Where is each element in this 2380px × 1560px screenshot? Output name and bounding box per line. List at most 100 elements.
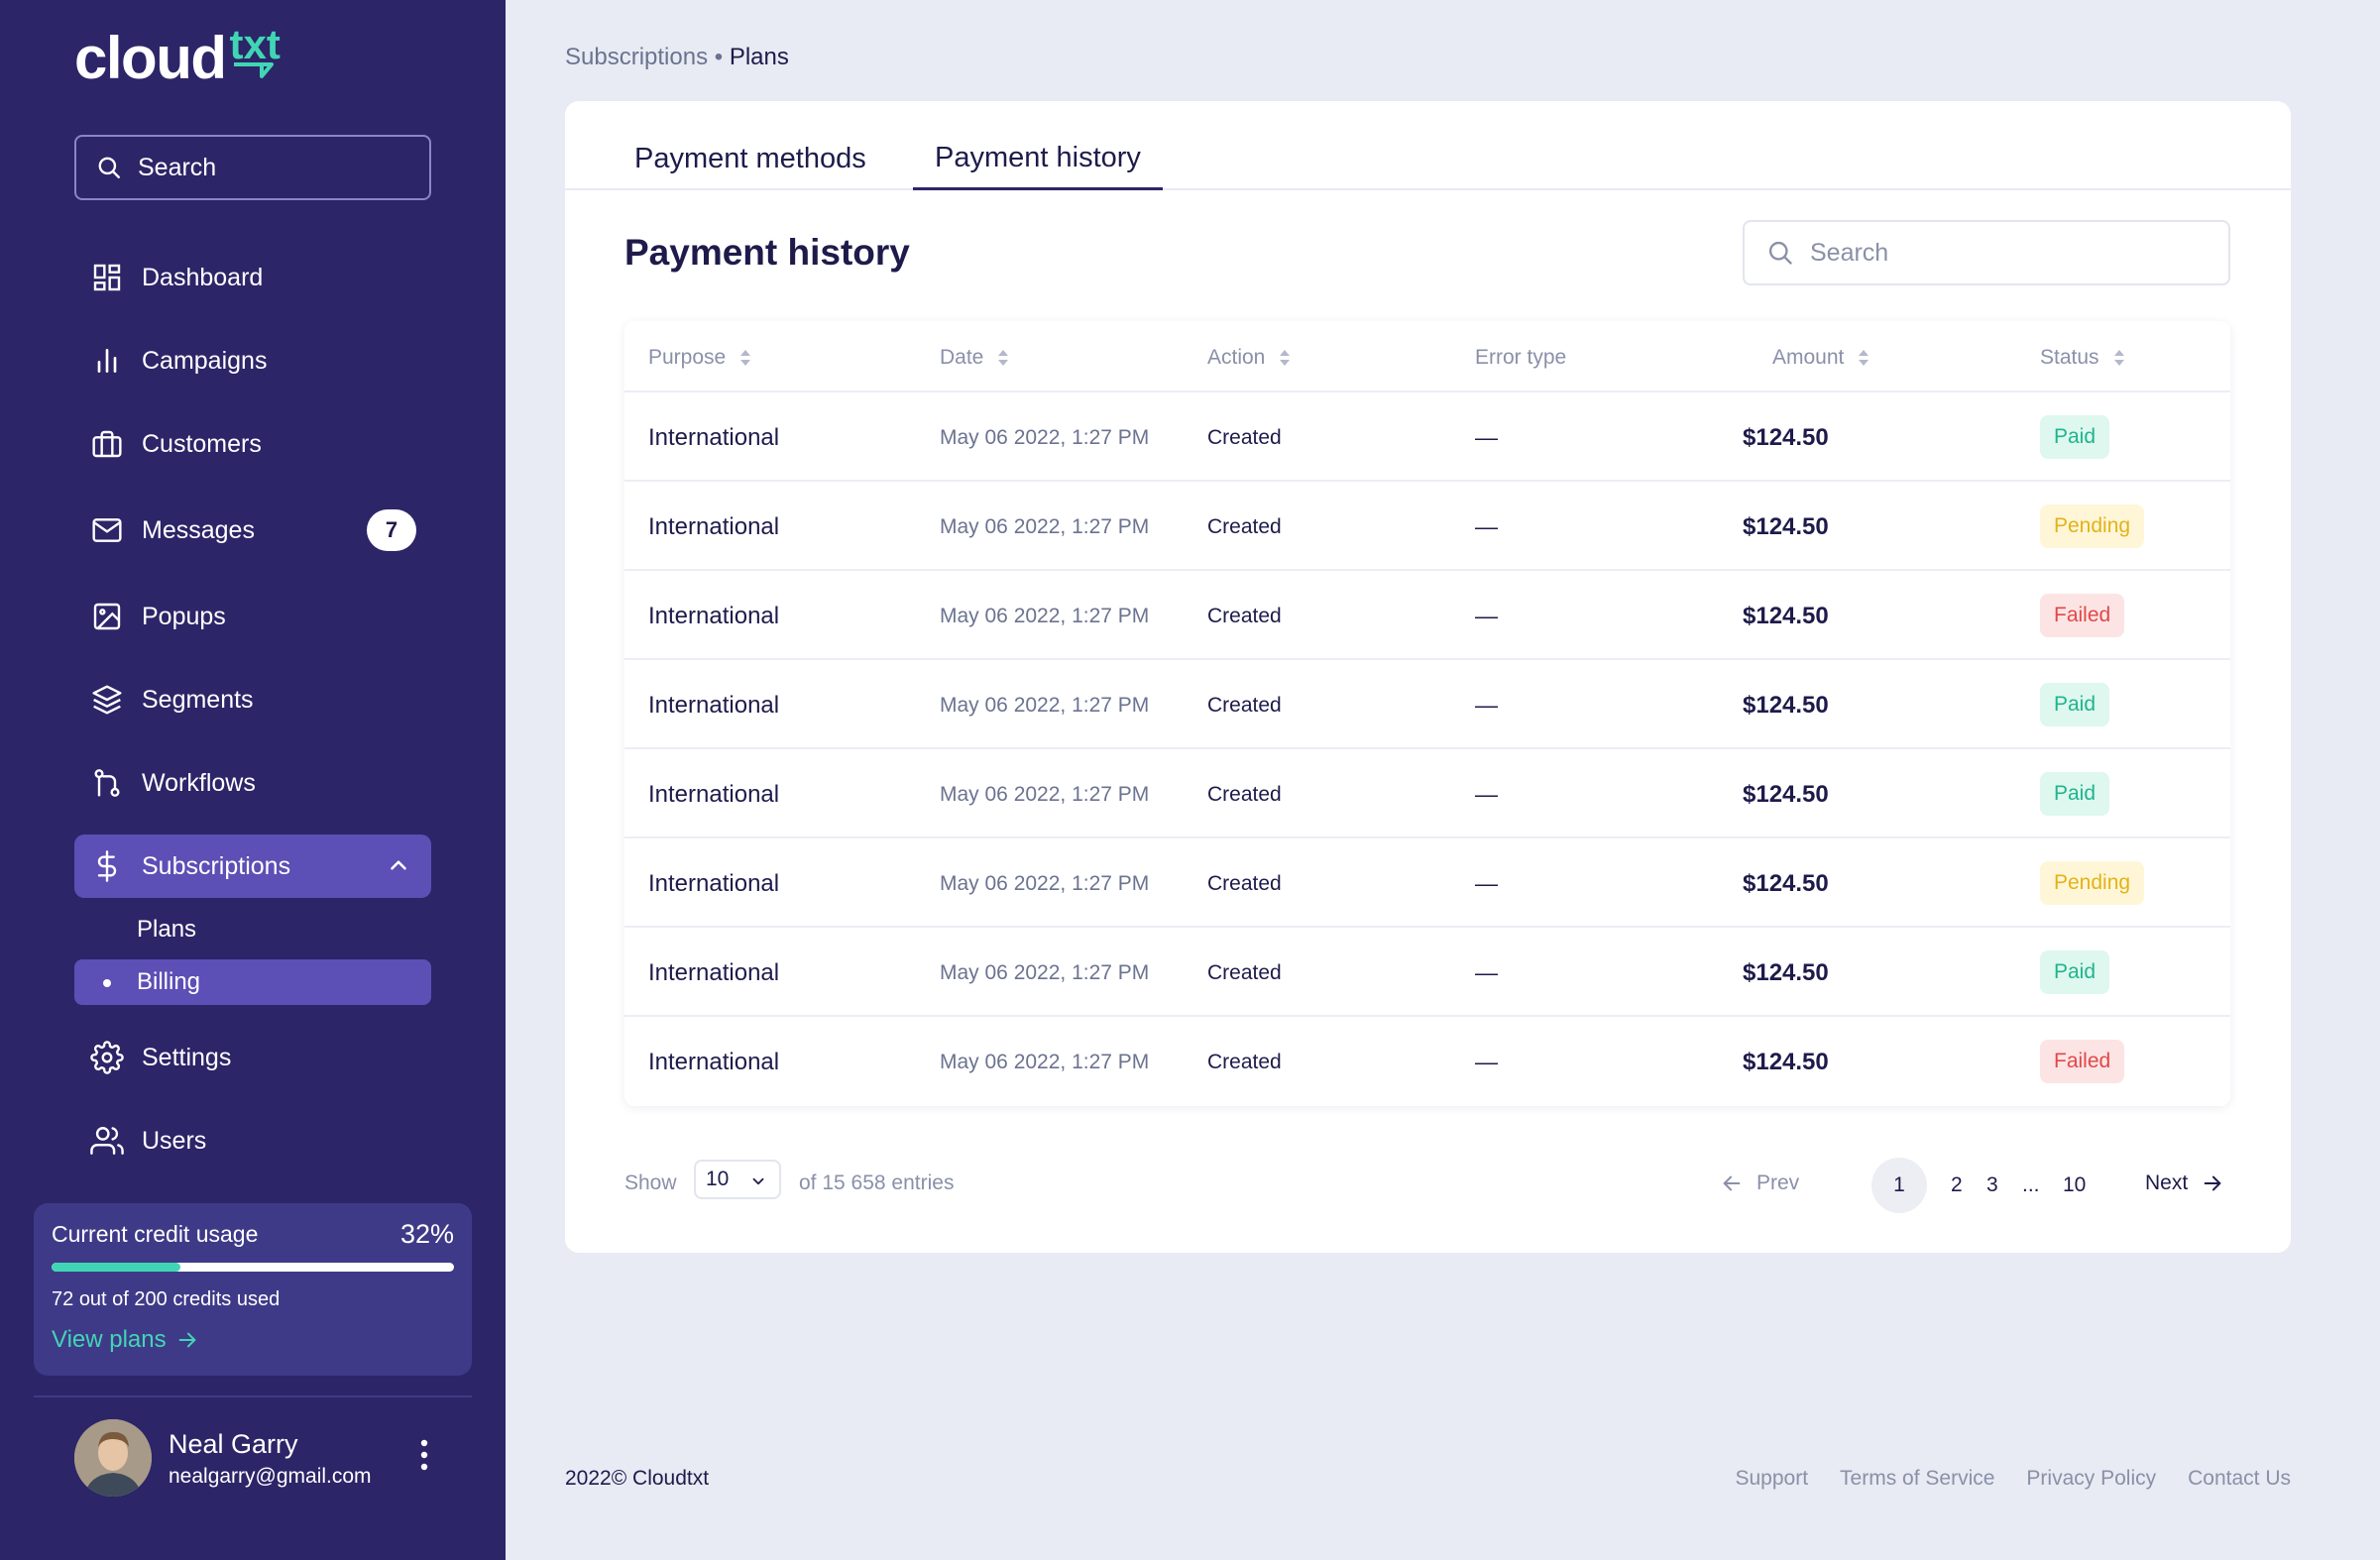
column-header-purpose[interactable]: Purpose	[648, 346, 751, 370]
dollar-icon	[89, 848, 125, 884]
sidebar-item-customers[interactable]: Customers	[74, 412, 431, 476]
sort-icon	[1859, 350, 1870, 366]
sidebar-subitem-plans[interactable]: Plans	[74, 907, 431, 952]
user-email: nealgarry@gmail.com	[169, 1465, 372, 1488]
tab-payment-history[interactable]: Payment history	[913, 142, 1163, 190]
table-row[interactable]: International May 06 2022, 1:27 PM Created…	[624, 749, 2230, 838]
footer-link-privacy[interactable]: Privacy Policy	[2026, 1467, 2156, 1491]
footer-link-support[interactable]: Support	[1735, 1467, 1808, 1491]
logo-main: cloud	[74, 25, 227, 91]
sidebar-item-campaigns[interactable]: Campaigns	[74, 329, 431, 392]
logo[interactable]: cloud txt	[74, 24, 281, 91]
sidebar-item-segments[interactable]: Segments	[74, 668, 431, 731]
cell-date: May 06 2022, 1:27 PM	[940, 783, 1150, 806]
speech-tail-icon	[233, 62, 274, 78]
footer-link-terms[interactable]: Terms of Service	[1840, 1467, 1994, 1491]
cell-error-type: —	[1475, 781, 1498, 807]
tab-payment-methods[interactable]: Payment methods	[634, 143, 866, 175]
sidebar-item-popups[interactable]: Popups	[74, 585, 431, 648]
sidebar-item-label: Settings	[142, 1043, 232, 1071]
page-title: Payment history	[624, 232, 910, 273]
cell-purpose: International	[648, 781, 780, 808]
cell-action: Created	[1207, 1051, 1282, 1073]
show-label: Show	[624, 1171, 677, 1194]
table-row[interactable]: International May 06 2022, 1:27 PM Created…	[624, 571, 2230, 660]
prev-label: Prev	[1757, 1171, 1800, 1194]
view-plans-link[interactable]: View plans	[52, 1326, 198, 1354]
sidebar-item-label: Dashboard	[142, 263, 264, 291]
sidebar-item-label: Messages	[142, 515, 255, 544]
cell-amount: $124.50	[1743, 781, 1829, 808]
sidebar-item-dashboard[interactable]: Dashboard	[74, 246, 431, 309]
cell-action: Created	[1207, 426, 1282, 449]
sidebar-item-users[interactable]: Users	[74, 1109, 431, 1172]
page-10-button[interactable]: 10	[2063, 1158, 2086, 1213]
cell-action: Created	[1207, 872, 1282, 895]
page-2-button[interactable]: 2	[1951, 1158, 1963, 1213]
column-header-amount[interactable]: Amount	[1772, 346, 1870, 370]
cell-action: Created	[1207, 783, 1282, 806]
cell-purpose: International	[648, 692, 780, 719]
cell-amount: $124.50	[1743, 513, 1829, 540]
sidebar-search[interactable]	[74, 135, 431, 200]
cell-date: May 06 2022, 1:27 PM	[940, 961, 1150, 984]
user-profile[interactable]: Neal Garry nealgarry@gmail.com	[74, 1419, 372, 1497]
sidebar-item-workflows[interactable]: Workflows	[74, 751, 431, 815]
sidebar-subitem-label: Plans	[137, 916, 197, 943]
cell-purpose: International	[648, 603, 780, 629]
breadcrumb-separator: •	[714, 44, 724, 70]
cell-date: May 06 2022, 1:27 PM	[940, 426, 1150, 449]
chevron-up-icon[interactable]	[386, 852, 411, 878]
column-header-date[interactable]: Date	[940, 346, 1009, 370]
table-row[interactable]: International May 06 2022, 1:27 PM Created…	[624, 1017, 2230, 1106]
cell-purpose: International	[648, 424, 780, 451]
table-search-input[interactable]	[1810, 238, 2207, 268]
table-body: International May 06 2022, 1:27 PM Created…	[624, 392, 2230, 1106]
column-header-label: Date	[940, 346, 984, 369]
sidebar-subitem-billing[interactable]: Billing	[74, 959, 431, 1005]
cell-amount: $124.50	[1743, 603, 1829, 629]
payment-card: Payment methods Payment history Payment …	[565, 101, 2291, 1253]
cell-error-type: —	[1475, 424, 1498, 450]
table-search[interactable]	[1743, 220, 2230, 285]
column-header-action[interactable]: Action	[1207, 346, 1291, 370]
column-header-label: Status	[2040, 346, 2099, 369]
active-dot	[103, 979, 111, 987]
sidebar-item-subscriptions[interactable]: Subscriptions	[74, 835, 431, 898]
cell-action: Created	[1207, 605, 1282, 627]
view-plans-label: View plans	[52, 1326, 167, 1353]
credits-used-mid: out of	[78, 1288, 129, 1310]
table-row[interactable]: International May 06 2022, 1:27 PM Created…	[624, 392, 2230, 482]
table-row[interactable]: International May 06 2022, 1:27 PM Created…	[624, 482, 2230, 571]
next-label: Next	[2145, 1171, 2189, 1194]
cell-purpose: International	[648, 870, 780, 897]
sort-icon	[1280, 350, 1291, 366]
next-page-button[interactable]: Next	[2145, 1171, 2223, 1195]
cell-error-type: —	[1475, 959, 1498, 985]
breadcrumb-parent[interactable]: Subscriptions	[565, 44, 708, 70]
table-row[interactable]: International May 06 2022, 1:27 PM Created…	[624, 660, 2230, 749]
status-badge: Paid	[2040, 950, 2110, 994]
sidebar-item-messages[interactable]: Messages 7	[74, 499, 431, 562]
page-size-select[interactable]: 10	[694, 1160, 781, 1199]
status-badge: Paid	[2040, 415, 2110, 459]
page-3-button[interactable]: 3	[1986, 1158, 1998, 1213]
column-header-status[interactable]: Status	[2040, 346, 2125, 370]
users-icon	[89, 1123, 125, 1159]
page-1-button[interactable]: 1	[1871, 1158, 1927, 1213]
sidebar-item-label: Subscriptions	[142, 851, 291, 880]
layers-icon	[89, 682, 125, 718]
chevron-down-icon	[752, 1177, 764, 1185]
sidebar-search-input[interactable]	[138, 153, 415, 182]
sidebar-item-settings[interactable]: Settings	[74, 1026, 431, 1089]
bar-chart-icon	[89, 343, 125, 379]
grid-icon	[89, 260, 125, 295]
table-row[interactable]: International May 06 2022, 1:27 PM Created…	[624, 928, 2230, 1017]
more-vertical-icon[interactable]	[414, 1435, 434, 1475]
table-row[interactable]: International May 06 2022, 1:27 PM Created…	[624, 838, 2230, 928]
breadcrumb: Subscriptions • Plans	[565, 44, 789, 71]
footer-link-contact[interactable]: Contact Us	[2188, 1467, 2291, 1491]
status-badge: Failed	[2040, 1040, 2125, 1083]
cell-error-type: —	[1475, 870, 1498, 896]
prev-page-button[interactable]: Prev	[1721, 1171, 1799, 1195]
